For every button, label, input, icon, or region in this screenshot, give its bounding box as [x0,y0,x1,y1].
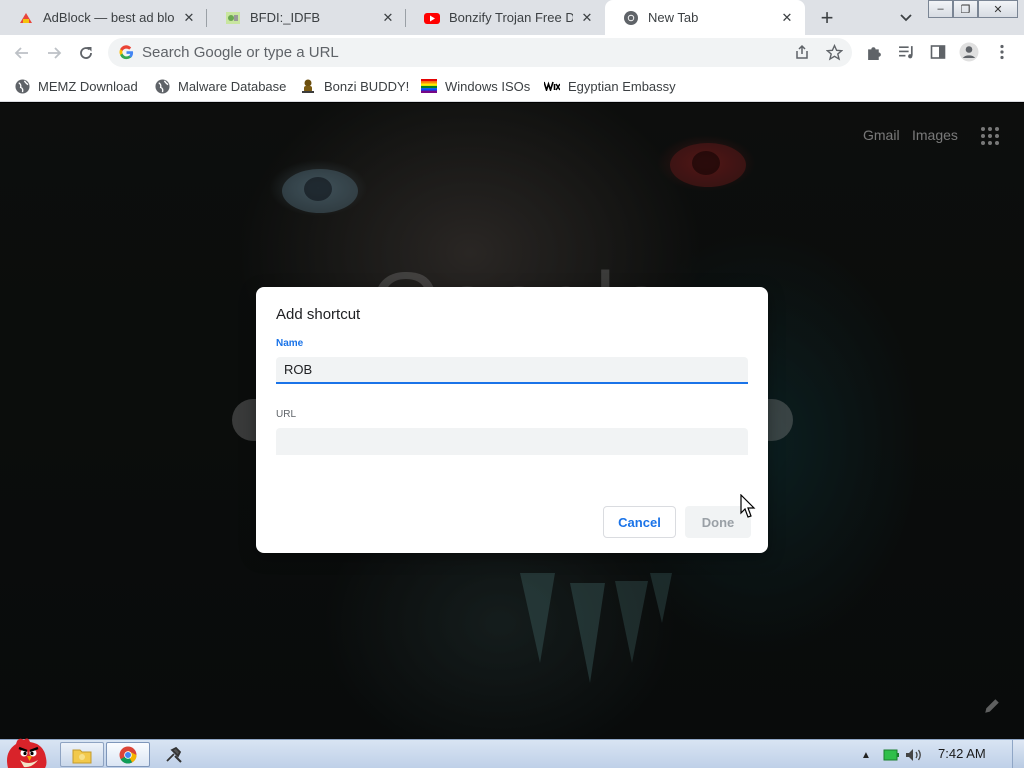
globe-icon [14,78,30,94]
address-input[interactable] [142,38,762,67]
mouse-cursor-icon [740,494,756,518]
tab-adblock[interactable]: AdBlock — best ad blocker ✕ [0,0,207,35]
tab-title: BFDI:_IDFB [250,10,321,25]
tab-strip: AdBlock — best ad blocker ✕ BFDI:_IDFB ✕… [0,0,1024,35]
toolbar [0,35,1024,70]
tool-icon [166,746,182,763]
folder-icon [72,749,92,763]
bonzi-icon [300,78,316,94]
bookmark-windows-isos[interactable]: Windows ISOs [421,76,530,96]
url-label: URL [276,409,297,420]
bookmark-label: Egyptian Embassy [568,78,676,94]
tab-new-tab[interactable]: New Tab ✕ [605,0,805,35]
youtube-icon [424,10,440,26]
reload-button[interactable] [72,39,100,67]
taskbar: ▲ 7:42 AM [0,738,1024,768]
omnibox[interactable] [108,38,852,67]
tab-title: Bonzify Trojan Free Download [449,10,573,25]
star-icon[interactable] [823,41,845,63]
volume-icon[interactable] [904,746,924,764]
close-window-button[interactable]: ✕ [978,0,1018,18]
media-control-icon[interactable] [895,41,917,63]
tab-bonzify[interactable]: Bonzify Trojan Free Download ✕ [406,0,605,35]
share-icon[interactable] [791,41,813,63]
close-icon[interactable]: ✕ [181,10,197,26]
arrow-left-icon [14,47,28,59]
name-label: Name [276,338,304,349]
extensions-icon[interactable] [863,41,885,63]
adblock-icon [18,10,34,26]
forward-button[interactable] [40,39,68,67]
close-icon[interactable]: ✕ [380,10,396,26]
tab-title: New Tab [648,10,699,25]
network-icon[interactable] [882,746,900,764]
bookmark-egyptian-embassy[interactable]: Egyptian Embassy [544,76,676,96]
bookmarks-bar: MEMZ Download Malware Database Bonzi BUD… [0,70,1024,102]
close-icon[interactable]: ✕ [779,10,795,26]
taskbar-clock[interactable]: 7:42 AM [938,746,986,761]
taskbar-chrome-button[interactable] [106,742,150,767]
url-field[interactable] [276,428,748,455]
bookmark-malware-database[interactable]: Malware Database [154,76,286,96]
bookmark-bonzi-buddy[interactable]: Bonzi BUDDY! [300,76,409,96]
name-field[interactable] [276,357,748,384]
chevron-down-icon[interactable] [896,8,916,28]
google-g-icon [119,45,134,60]
restore-button[interactable]: ❐ [953,0,978,18]
back-button[interactable] [8,39,36,67]
bfdi-icon [225,10,241,26]
tray-expand-icon[interactable]: ▲ [860,746,872,764]
arrow-right-icon [48,47,62,59]
bookmark-label: MEMZ Download [38,78,138,94]
chrome-icon [623,10,639,26]
show-desktop-button[interactable] [1012,740,1024,768]
reload-icon [80,47,92,59]
cancel-button[interactable]: Cancel [603,506,676,538]
tab-bfdi[interactable]: BFDI:_IDFB ✕ [207,0,406,35]
close-icon[interactable]: ✕ [579,10,595,26]
bookmark-label: Malware Database [178,78,287,94]
bookmark-label: Bonzi BUDDY! [324,78,410,94]
dialog-title: Add shortcut [276,306,361,323]
menu-dots-icon[interactable] [991,41,1013,63]
new-tab-button[interactable]: + [815,6,839,30]
minimize-button[interactable]: – [928,0,953,18]
wix-icon [544,78,560,94]
globe-icon [154,78,170,94]
taskbar-explorer-button[interactable] [60,742,104,767]
rainbow-flag-icon [421,78,437,94]
chrome-icon [119,746,137,764]
profile-avatar-icon[interactable] [958,41,980,63]
bookmark-memz-download[interactable]: MEMZ Download [14,76,138,96]
taskbar-app-button[interactable] [152,742,196,767]
side-panel-icon[interactable] [927,41,949,63]
start-button-angry-bird-icon[interactable] [2,734,50,768]
add-shortcut-dialog: Add shortcut Name URL Cancel Done [256,287,768,553]
bookmark-label: Windows ISOs [445,78,531,94]
tab-title: AdBlock — best ad blocker [43,10,175,25]
